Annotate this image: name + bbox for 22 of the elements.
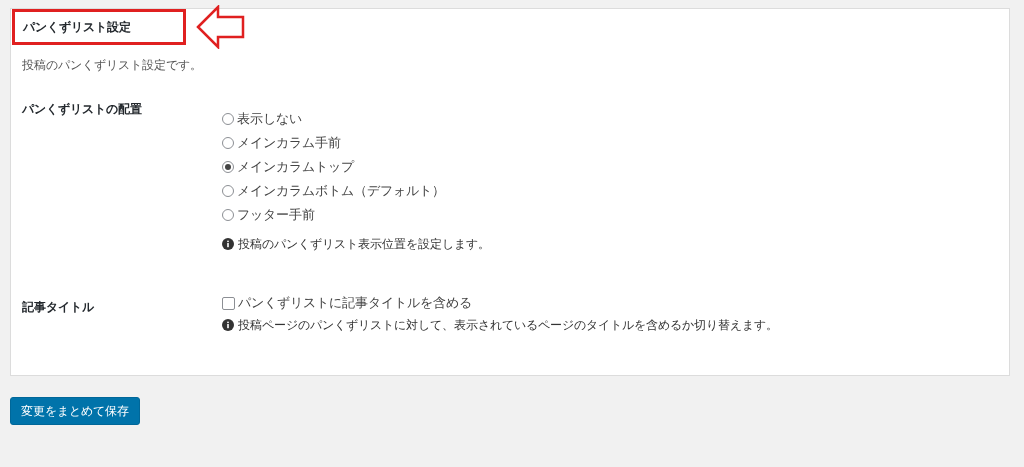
arrow-icon [196,5,246,49]
radio-option[interactable]: メインカラムボトム（デフォルト） [222,179,445,203]
setting-label: パンくずリストの配置 [22,101,143,118]
save-button[interactable]: 変更をまとめて保存 [10,397,140,425]
checkbox-option[interactable]: パンくずリストに記事タイトルを含める [222,291,472,315]
radio-button[interactable] [222,185,234,197]
info-icon [222,319,234,331]
radio-option[interactable]: 表示しない [222,107,302,131]
section-title: パンくずリスト設定 [23,18,131,36]
setting-label: 記事タイトル [22,299,95,316]
radio-option[interactable]: メインカラム手前 [222,131,341,155]
help-text: 投稿ページのパンくずリストに対して、表示されているページのタイトルを含めるか切り替えます。 [238,316,778,334]
info-icon [222,238,234,250]
checkbox[interactable] [222,296,235,310]
radio-option[interactable]: メインカラムトップ [222,155,354,179]
help-text: 投稿のパンくずリスト表示位置を設定します。 [238,235,490,253]
radio-button[interactable] [222,161,234,173]
radio-button[interactable] [222,113,234,125]
radio-option[interactable]: フッター手前 [222,203,315,227]
radio-button[interactable] [222,137,234,149]
section-description: 投稿のパンくずリスト設定です。 [22,57,203,74]
radio-button[interactable] [222,209,234,221]
